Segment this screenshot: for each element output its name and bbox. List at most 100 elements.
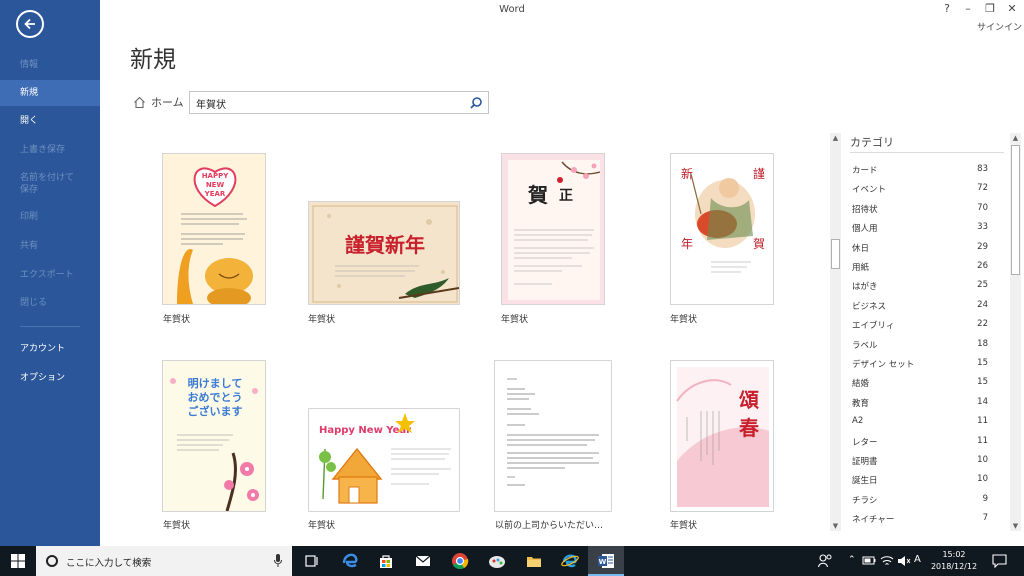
category-name: 招待状 bbox=[852, 204, 878, 215]
word-taskbar-button[interactable]: W bbox=[588, 546, 624, 576]
close-button[interactable]: ✕ bbox=[1005, 2, 1019, 15]
category-name: イベント bbox=[852, 185, 887, 196]
nav-open[interactable]: 開く bbox=[0, 114, 100, 128]
home-icon bbox=[134, 96, 145, 108]
start-button[interactable] bbox=[0, 546, 36, 576]
template-preview-art: 新 謹 年 賀 bbox=[671, 154, 773, 304]
template-search-input[interactable] bbox=[196, 95, 466, 111]
category-item[interactable]: カード 83 bbox=[852, 161, 988, 179]
category-item[interactable]: 用紙 26 bbox=[852, 258, 988, 276]
category-item[interactable]: 証明書 10 bbox=[852, 452, 988, 470]
show-hidden-icons-icon[interactable]: ⌃ bbox=[848, 555, 856, 565]
scrollbar-thumb[interactable] bbox=[831, 239, 840, 269]
internet-explorer-icon[interactable] bbox=[561, 552, 579, 570]
category-item[interactable]: ラベル 18 bbox=[852, 336, 988, 354]
category-item[interactable]: 教育 14 bbox=[852, 394, 988, 412]
ime-indicator[interactable]: A bbox=[914, 554, 921, 565]
category-item[interactable]: A2 11 bbox=[852, 413, 988, 431]
people-icon[interactable] bbox=[818, 553, 832, 569]
category-scrollbar-left[interactable]: ▲ ▼ bbox=[830, 133, 841, 531]
paint-icon[interactable] bbox=[488, 552, 506, 570]
category-item[interactable]: イベント 72 bbox=[852, 180, 988, 198]
category-name: 個人用 bbox=[852, 224, 878, 235]
category-item[interactable]: 結婚 15 bbox=[852, 374, 988, 392]
taskbar-clock[interactable]: 15:02 2018/12/12 bbox=[928, 549, 980, 573]
category-item[interactable]: チラシ 9 bbox=[852, 491, 988, 509]
home-link[interactable]: ホーム bbox=[133, 94, 184, 110]
minimize-button[interactable]: – bbox=[961, 2, 975, 15]
microphone-icon[interactable] bbox=[274, 554, 282, 568]
svg-text:おめでとう: おめでとう bbox=[188, 391, 243, 404]
scroll-up-icon[interactable]: ▲ bbox=[1010, 133, 1021, 143]
home-label: ホーム bbox=[151, 96, 184, 109]
category-count: 9 bbox=[982, 493, 988, 504]
category-name: ビジネス bbox=[852, 301, 887, 312]
category-count: 22 bbox=[977, 319, 988, 330]
category-item[interactable]: デザイン セット 15 bbox=[852, 355, 988, 373]
template-thumbnail[interactable]: Happy New Year bbox=[308, 408, 460, 512]
category-count: 15 bbox=[977, 377, 988, 388]
category-count: 26 bbox=[977, 261, 988, 271]
nav-account[interactable]: アカウント bbox=[0, 342, 100, 356]
template-thumbnail[interactable] bbox=[494, 360, 612, 512]
store-icon[interactable] bbox=[377, 552, 395, 570]
scroll-down-icon[interactable]: ▼ bbox=[1010, 521, 1021, 531]
scroll-down-icon[interactable]: ▼ bbox=[830, 521, 841, 531]
template-thumbnail[interactable]: 新 謹 年 賀 bbox=[670, 153, 774, 305]
category-name: 証明書 bbox=[852, 457, 878, 467]
category-item[interactable]: ビジネス 24 bbox=[852, 297, 988, 315]
clock-date: 2018/12/12 bbox=[930, 562, 978, 571]
category-item[interactable]: ネイチャー 7 bbox=[852, 510, 988, 528]
category-count: 72 bbox=[977, 183, 988, 194]
nav-new[interactable]: 新規 bbox=[0, 80, 100, 106]
category-scrollbar-right[interactable]: ▲ ▼ bbox=[1010, 133, 1021, 531]
restore-button[interactable]: ❐ bbox=[983, 2, 997, 15]
scroll-up-icon[interactable]: ▲ bbox=[830, 133, 841, 143]
template-thumbnail[interactable]: 明けまして おめでとう ございます bbox=[162, 360, 266, 512]
chrome-icon[interactable] bbox=[451, 552, 469, 570]
svg-text:春: 春 bbox=[738, 416, 760, 440]
category-count: 25 bbox=[977, 280, 988, 291]
wifi-icon[interactable] bbox=[880, 554, 894, 568]
category-count: 24 bbox=[977, 299, 988, 310]
backstage-sidebar: 情報 新規 開く 上書き保存 名前を付けて保存 印刷 共有 エクスポート 閉じる… bbox=[0, 0, 100, 546]
category-item[interactable]: 休日 29 bbox=[852, 239, 988, 257]
file-explorer-icon[interactable] bbox=[525, 552, 543, 570]
category-count: 15 bbox=[977, 358, 988, 368]
svg-text:謹賀新年: 謹賀新年 bbox=[345, 233, 425, 257]
windows-taskbar: ここに入力して検索 W ⌃ A 15:02 2018/12/12 bbox=[0, 546, 1024, 576]
template-label: 年賀状 bbox=[308, 521, 336, 531]
template-thumbnail[interactable]: 謹賀新年 bbox=[308, 201, 460, 305]
volume-icon[interactable] bbox=[897, 554, 911, 568]
category-item[interactable]: 個人用 33 bbox=[852, 219, 988, 237]
action-center-icon[interactable] bbox=[992, 554, 1007, 568]
battery-icon[interactable] bbox=[862, 555, 876, 567]
category-name: ラベル bbox=[852, 340, 878, 351]
taskbar-search-box[interactable]: ここに入力して検索 bbox=[36, 546, 292, 576]
nav-options[interactable]: オプション bbox=[0, 371, 100, 385]
category-item[interactable]: レター 11 bbox=[852, 433, 988, 451]
category-item[interactable]: エイブリィ 22 bbox=[852, 316, 988, 334]
template-thumbnail[interactable]: HAPPY NEW YEAR bbox=[162, 153, 266, 305]
cortana-icon bbox=[46, 555, 58, 567]
scrollbar-thumb[interactable] bbox=[1011, 145, 1020, 275]
edge-browser-icon[interactable] bbox=[341, 552, 359, 570]
template-thumbnail[interactable]: 賀 正 bbox=[501, 153, 605, 305]
category-item[interactable]: 誕生日 10 bbox=[852, 471, 988, 489]
signin-link[interactable]: サインイン bbox=[977, 20, 1022, 33]
app-title: Word bbox=[499, 4, 525, 15]
template-thumbnail[interactable]: 頌 春 bbox=[670, 360, 774, 512]
help-button[interactable]: ? bbox=[940, 2, 954, 15]
mail-icon[interactable] bbox=[414, 552, 432, 570]
template-preview-art: 謹賀新年 bbox=[309, 202, 459, 304]
word-icon: W bbox=[598, 554, 614, 568]
svg-text:謹: 謹 bbox=[753, 166, 765, 181]
task-view-icon[interactable] bbox=[303, 552, 321, 570]
search-icon[interactable] bbox=[469, 96, 483, 110]
category-item[interactable]: はがき 25 bbox=[852, 277, 988, 295]
svg-text:正: 正 bbox=[559, 188, 573, 204]
page-title: 新規 bbox=[130, 47, 176, 73]
category-item[interactable]: 招待状 70 bbox=[852, 200, 988, 218]
template-search-box[interactable] bbox=[189, 91, 489, 114]
svg-text:W: W bbox=[599, 558, 607, 566]
